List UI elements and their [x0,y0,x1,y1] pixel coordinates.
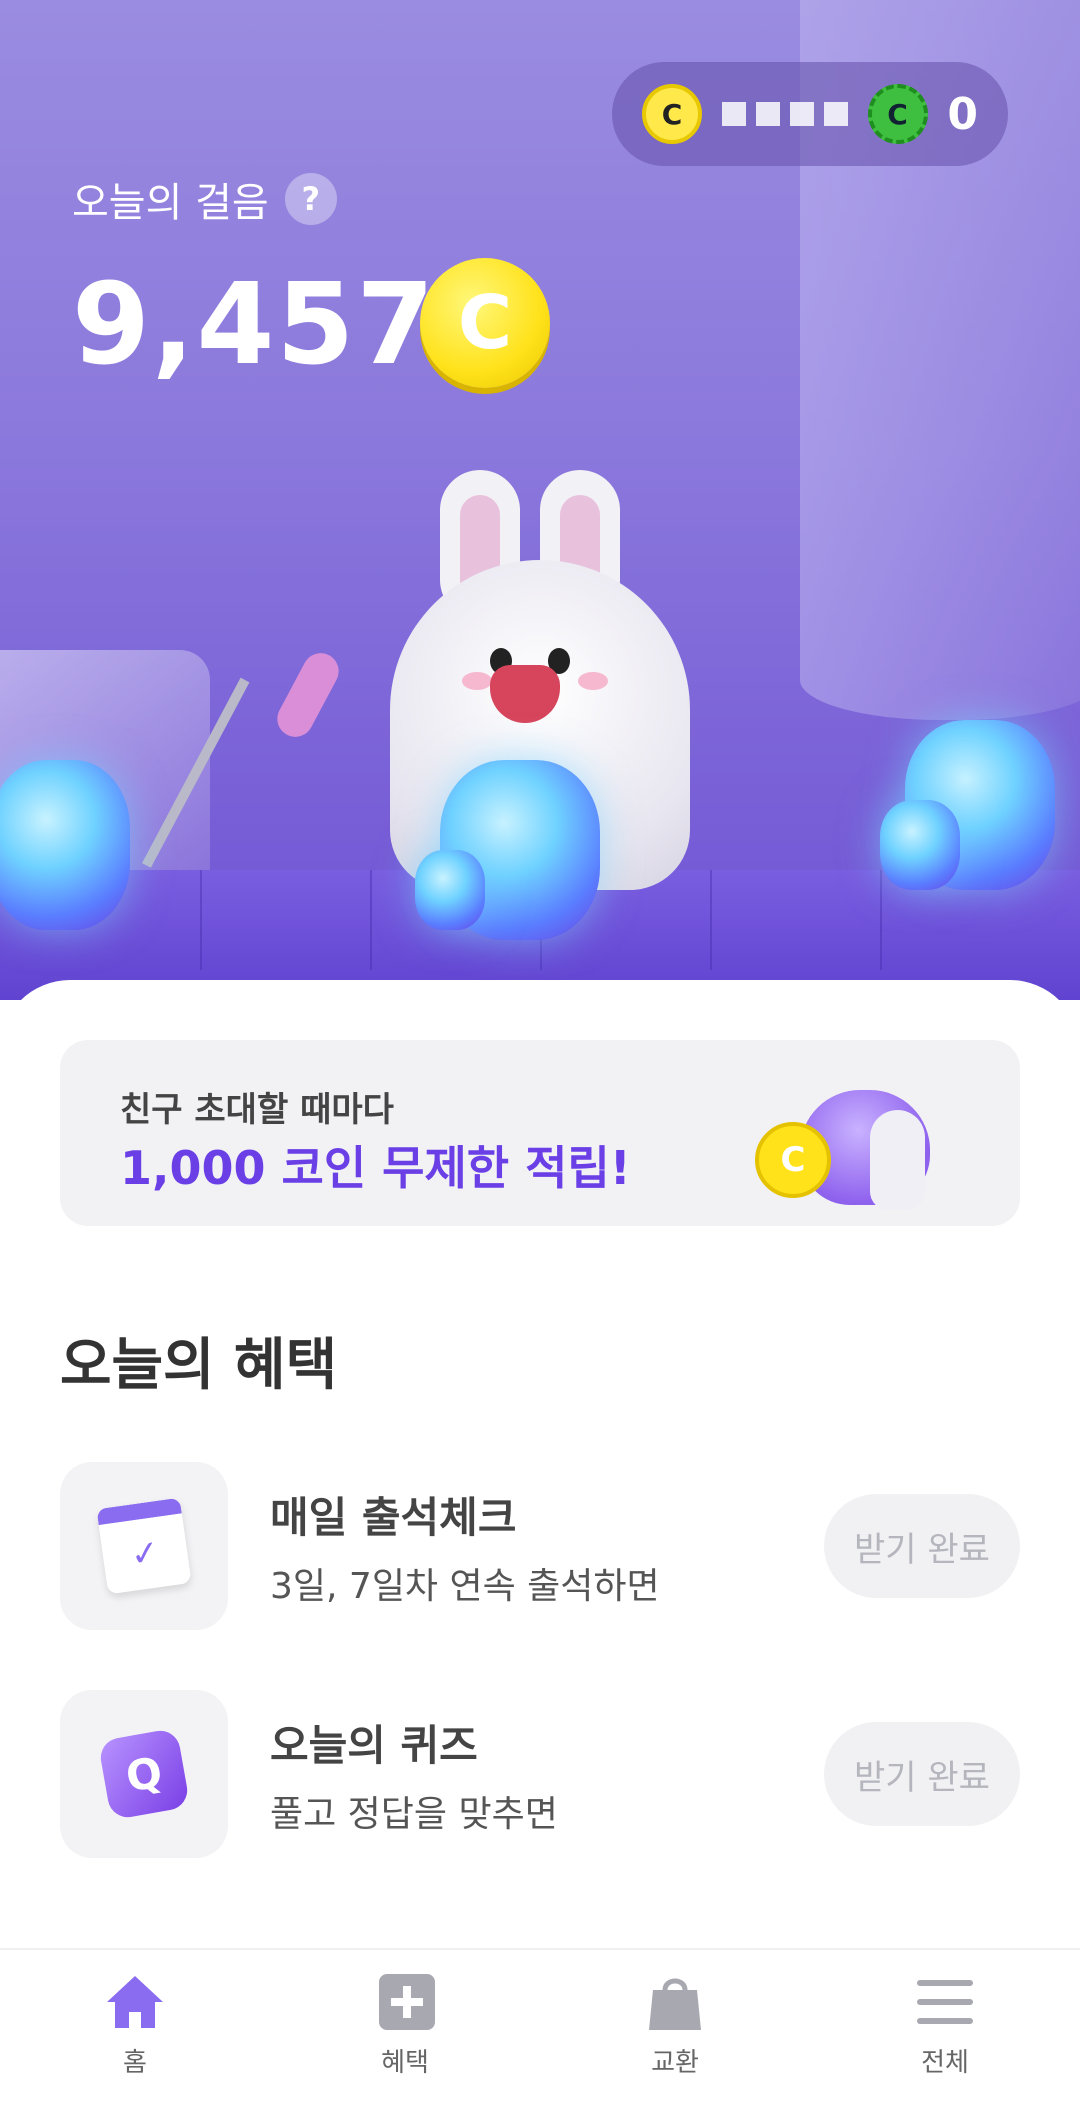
tab-benefits[interactable]: 혜택 [270,1950,540,2101]
benefit-icon-box: Q [60,1690,228,1858]
benefit-desc: 풀고 정답을 맞추면 [270,1794,558,1835]
coin-icon-large[interactable]: C [420,258,550,388]
floor-divider [880,870,882,970]
steps-label: 오늘의 걸음 [72,180,269,226]
masked-balance [721,102,848,126]
invite-banner[interactable]: 친구 초대할 때마다 1,000 코인 무제한 적립! C [60,1040,1020,1226]
bunny-cheek-left [462,672,492,690]
claimed-button[interactable]: 받기 완료 [824,1722,1020,1826]
menu-icon [913,1972,977,2032]
benefit-item-attendance[interactable]: ✓ 매일 출석체크 3일, 7일차 연속 출석하면 받기 완료 [60,1462,1020,1630]
quiz-cube-icon: Q [97,1727,191,1821]
calendar-check-icon: ✓ [96,1497,192,1595]
benefit-desc: 3일, 7일차 연속 출석하면 [270,1566,660,1607]
bunny-cheek-right [578,672,608,690]
shopping-bag-icon [643,1972,707,2032]
bunny-mini-icon [870,1110,925,1210]
floor-divider [370,870,372,970]
floor-divider [200,870,202,970]
tab-label: 교환 [651,2048,699,2078]
steps-label-row: 오늘의 걸음 ? [72,170,337,228]
bottom-tab-bar: 홈 혜택 교환 전체 [0,1948,1080,2101]
tab-label: 홈 [123,2048,147,2078]
coin-wallet[interactable]: C C 0 [612,62,1008,166]
wand-tip [270,646,346,744]
benefit-title: 오늘의 퀴즈 [270,1721,478,1770]
benefit-item-quiz[interactable]: Q 오늘의 퀴즈 풀고 정답을 맞추면 받기 완료 [60,1690,1020,1858]
banner-title: 1,000 코인 무제한 적립! [120,1141,631,1195]
plus-square-icon [373,1972,437,2032]
tab-all[interactable]: 전체 [810,1950,1080,2101]
tab-home[interactable]: 홈 [0,1950,270,2101]
crystal-center-small[interactable] [415,850,485,930]
crystal-right-small[interactable] [880,800,960,890]
floor-divider [710,870,712,970]
help-icon[interactable]: ? [284,173,337,225]
wallet-count: 0 [947,88,978,140]
green-coin-icon: C [867,84,928,144]
coin-icon: C [755,1122,831,1198]
crystal-left[interactable] [0,760,130,930]
steps-value: 9,457 [72,260,437,390]
banner-subtitle: 친구 초대할 때마다 [120,1090,394,1130]
benefit-title: 매일 출석체크 [270,1493,517,1542]
home-icon [103,1972,167,2032]
tab-exchange[interactable]: 교환 [540,1950,810,2101]
benefit-icon-box: ✓ [60,1462,228,1630]
claimed-button[interactable]: 받기 완료 [824,1494,1020,1598]
tab-label: 혜택 [381,2048,429,2078]
coin-icon: C [642,84,702,144]
section-title: 오늘의 혜택 [60,1333,338,1398]
tab-label: 전체 [921,2048,969,2078]
